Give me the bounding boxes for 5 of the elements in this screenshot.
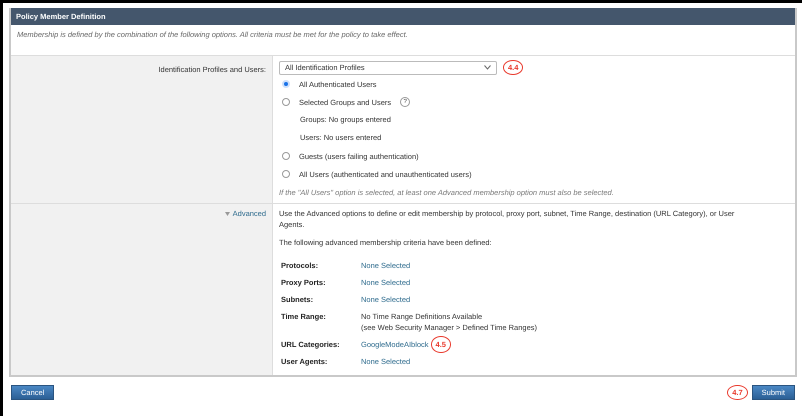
radio-button[interactable] bbox=[282, 98, 290, 106]
triangle-icon bbox=[224, 212, 230, 216]
radio-button[interactable] bbox=[282, 170, 290, 178]
caret-icon bbox=[484, 65, 491, 70]
radio-button[interactable] bbox=[282, 152, 290, 160]
